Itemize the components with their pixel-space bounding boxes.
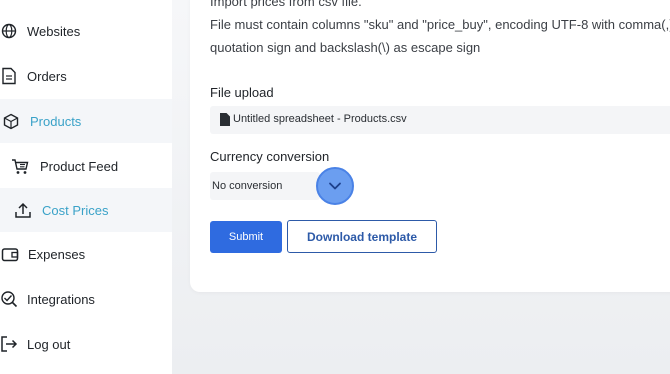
box-icon: [2, 112, 20, 130]
sidebar-item-product-feed[interactable]: Product Feed: [0, 144, 172, 188]
logout-icon: [0, 335, 18, 353]
sidebar-item-websites[interactable]: Websites: [0, 9, 172, 53]
sidebar-item-orders[interactable]: Orders: [0, 54, 172, 98]
integrations-icon: [0, 290, 18, 308]
sidebar: Websites Orders Products Product Feed Co…: [0, 0, 172, 374]
intro-text-line-3: quotation sign and backslash(\) as escap…: [210, 40, 481, 55]
sidebar-item-label: Log out: [27, 336, 71, 352]
download-template-button[interactable]: Download template: [287, 220, 437, 253]
file-upload-field[interactable]: Untitled spreadsheet - Products.csv: [210, 106, 670, 134]
file-upload-label: File upload: [210, 85, 274, 100]
sidebar-item-expenses[interactable]: Expenses: [0, 232, 172, 276]
currency-select[interactable]: No conversion: [210, 172, 320, 200]
sidebar-item-logout[interactable]: Log out: [0, 322, 172, 366]
file-name: Untitled spreadsheet - Products.csv: [233, 113, 407, 125]
globe-icon: [0, 22, 18, 40]
wallet-icon: [1, 245, 19, 263]
sidebar-item-label: Product Feed: [40, 158, 119, 174]
sidebar-item-products[interactable]: Products: [0, 99, 172, 143]
currency-selected-value: No conversion: [212, 180, 283, 192]
cart-icon: [11, 157, 29, 175]
intro-text-line-1: Import prices from csv file.: [210, 0, 362, 9]
sidebar-item-label: Expenses: [28, 246, 86, 262]
sidebar-item-cost-prices[interactable]: Cost Prices: [0, 188, 172, 232]
sidebar-item-label: Websites: [27, 23, 81, 39]
sidebar-item-label: Products: [30, 113, 82, 129]
sidebar-item-label: Orders: [27, 68, 67, 84]
file-icon: [220, 113, 230, 131]
upload-icon: [14, 201, 32, 219]
sidebar-item-integrations[interactable]: Integrations: [0, 277, 172, 321]
document-icon: [0, 67, 18, 85]
submit-button[interactable]: Submit: [210, 221, 282, 253]
currency-conversion-label: Currency conversion: [210, 149, 330, 164]
chevron-down-icon[interactable]: [316, 167, 354, 205]
sidebar-item-label: Cost Prices: [42, 202, 109, 218]
sidebar-item-label: Integrations: [27, 291, 95, 307]
intro-text-line-2: File must contain columns "sku" and "pri…: [210, 17, 670, 32]
